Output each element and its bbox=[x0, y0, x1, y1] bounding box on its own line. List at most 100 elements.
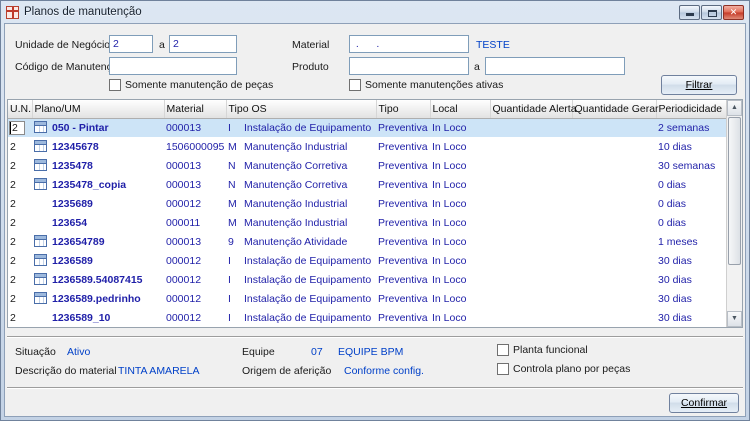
cell-tipo-os[interactable]: N Manutenção Corretiva bbox=[226, 175, 376, 194]
unidade-from-input[interactable] bbox=[109, 35, 153, 53]
cell-qtd-alerta[interactable] bbox=[490, 270, 572, 289]
cell-qtd-gerar[interactable] bbox=[572, 194, 656, 213]
cell-un[interactable]: 2 bbox=[8, 175, 32, 194]
cell-qtd-alerta[interactable] bbox=[490, 213, 572, 232]
produto-to-input[interactable] bbox=[485, 57, 625, 75]
minimize-button[interactable] bbox=[679, 4, 700, 20]
checkbox-box[interactable] bbox=[109, 79, 121, 91]
cell-un[interactable]: 2 bbox=[8, 289, 32, 308]
somente-pecas-checkbox[interactable]: Somente manutenção de peças bbox=[109, 79, 273, 91]
table-row[interactable]: 2 123654 000011 M Manutenção Industrial Preve… bbox=[8, 213, 726, 232]
cell-tipo[interactable]: Preventiva bbox=[376, 251, 430, 270]
filtrar-button[interactable]: Filtrar bbox=[661, 75, 737, 95]
cell-qtd-gerar[interactable] bbox=[572, 251, 656, 270]
col-header-tipo[interactable]: Tipo bbox=[376, 100, 431, 119]
cell-local[interactable]: In Loco bbox=[430, 156, 490, 175]
cell-qtd-gerar[interactable] bbox=[572, 270, 656, 289]
cell-periodicidade[interactable]: 30 semanas bbox=[656, 156, 726, 175]
col-header-plano[interactable]: Plano/UM bbox=[32, 100, 165, 119]
cell-plano[interactable]: 1236589 bbox=[32, 251, 164, 270]
cell-tipo-os[interactable]: I Instalação de Equipamento bbox=[226, 308, 376, 327]
editing-cell[interactable]: 2 bbox=[9, 120, 25, 135]
plan-grid-icon[interactable] bbox=[34, 254, 47, 266]
cell-un[interactable]: 2 bbox=[8, 137, 32, 156]
cell-plano[interactable]: 12345678 bbox=[32, 137, 164, 156]
cell-plano[interactable]: 123654 bbox=[32, 213, 164, 232]
table-row[interactable]: 2 1236589.54087415 000012 I Instalação de Eq… bbox=[8, 270, 726, 289]
checkbox-box[interactable] bbox=[349, 79, 361, 91]
cell-plano[interactable]: 123654789 bbox=[32, 232, 164, 251]
cell-material[interactable]: 000012 bbox=[164, 194, 226, 213]
close-button[interactable]: ✕ bbox=[723, 4, 744, 20]
vertical-scrollbar[interactable]: ▲ ▼ bbox=[726, 100, 742, 327]
cell-tipo-os[interactable]: I Instalação de Equipamento bbox=[226, 270, 376, 289]
cell-un[interactable]: 2 bbox=[8, 251, 32, 270]
cell-qtd-gerar[interactable] bbox=[572, 308, 656, 327]
cell-local[interactable]: In Loco bbox=[430, 308, 490, 327]
cell-qtd-alerta[interactable] bbox=[490, 156, 572, 175]
col-header-qtd-alerta[interactable]: Quantidade Alerta bbox=[490, 100, 577, 119]
col-header-periodicidade[interactable]: Periodicidade bbox=[656, 100, 726, 119]
controla-pecas-checkbox[interactable]: Controla plano por peças bbox=[497, 363, 630, 375]
codigo-manutencao-input[interactable] bbox=[109, 57, 237, 75]
checkbox-box[interactable] bbox=[497, 363, 509, 375]
checkbox-box[interactable] bbox=[497, 344, 509, 356]
plan-grid-icon[interactable] bbox=[34, 159, 47, 171]
scroll-up-icon[interactable]: ▲ bbox=[727, 100, 742, 116]
cell-tipo-os[interactable]: N Manutenção Corretiva bbox=[226, 156, 376, 175]
table-row[interactable]: 2 1235478 000013 N Manutenção Corretiva Preve… bbox=[8, 156, 726, 175]
cell-qtd-alerta[interactable] bbox=[490, 175, 572, 194]
material-input[interactable] bbox=[349, 35, 469, 53]
cell-tipo-os[interactable]: M Manutenção Industrial bbox=[226, 213, 376, 232]
cell-local[interactable]: In Loco bbox=[430, 289, 490, 308]
cell-qtd-alerta[interactable] bbox=[490, 308, 572, 327]
table-row[interactable]: 2 1236589_10 000012 I Instalação de Equipame… bbox=[8, 308, 726, 327]
maximize-button[interactable] bbox=[701, 4, 722, 20]
scroll-down-icon[interactable]: ▼ bbox=[727, 311, 742, 327]
confirmar-button[interactable]: Confirmar bbox=[669, 393, 739, 413]
cell-periodicidade[interactable]: 30 dias bbox=[656, 251, 726, 270]
plan-grid-icon[interactable] bbox=[34, 140, 47, 152]
cell-un[interactable]: 2 bbox=[8, 232, 32, 251]
col-header-local[interactable]: Local bbox=[430, 100, 491, 119]
cell-tipo-os[interactable]: M Manutenção Industrial bbox=[226, 194, 376, 213]
cell-qtd-gerar[interactable] bbox=[572, 118, 656, 137]
cell-tipo[interactable]: Preventiva bbox=[376, 213, 430, 232]
cell-local[interactable]: In Loco bbox=[430, 137, 490, 156]
col-header-qtd-gerar[interactable]: Quantidade Gerar bbox=[572, 100, 659, 119]
cell-local[interactable]: In Loco bbox=[430, 251, 490, 270]
cell-un[interactable]: 2 bbox=[8, 270, 32, 289]
cell-qtd-alerta[interactable] bbox=[490, 232, 572, 251]
cell-local[interactable]: In Loco bbox=[430, 270, 490, 289]
cell-material[interactable]: 000012 bbox=[164, 308, 226, 327]
cell-tipo-os[interactable]: I Instalação de Equipamento bbox=[226, 118, 376, 137]
cell-local[interactable]: In Loco bbox=[430, 118, 490, 137]
cell-periodicidade[interactable]: 0 dias bbox=[656, 213, 726, 232]
table-row[interactable]: 2 12345678 1506000095 M Manutenção Industria… bbox=[8, 137, 726, 156]
cell-periodicidade[interactable]: 30 dias bbox=[656, 270, 726, 289]
cell-qtd-alerta[interactable] bbox=[490, 137, 572, 156]
cell-tipo[interactable]: Preventiva bbox=[376, 156, 430, 175]
cell-un[interactable]: 2 bbox=[8, 118, 32, 137]
cell-qtd-alerta[interactable] bbox=[490, 251, 572, 270]
cell-tipo-os[interactable]: M Manutenção Industrial bbox=[226, 137, 376, 156]
cell-plano[interactable]: 1235478_copia bbox=[32, 175, 164, 194]
cell-plano[interactable]: 1236589_10 bbox=[32, 308, 164, 327]
cell-tipo-os[interactable]: I Instalação de Equipamento bbox=[226, 289, 376, 308]
planta-funcional-checkbox[interactable]: Planta funcional bbox=[497, 344, 588, 356]
table-row[interactable]: 2 1235689 000012 M Manutenção Industrial Prev… bbox=[8, 194, 726, 213]
cell-local[interactable]: In Loco bbox=[430, 175, 490, 194]
cell-tipo[interactable]: Preventiva bbox=[376, 175, 430, 194]
plan-grid-icon[interactable] bbox=[34, 235, 47, 247]
table-row[interactable]: 2 050 - Pintar 000013 I Instalação de Equipa… bbox=[8, 118, 726, 137]
cell-qtd-gerar[interactable] bbox=[572, 232, 656, 251]
col-header-material[interactable]: Material bbox=[164, 100, 227, 119]
table-row[interactable]: 2 1236589.pedrinho 000012 I Instalação de Eq… bbox=[8, 289, 726, 308]
table-row[interactable]: 2 1236589 000012 I Instalação de Equipamento… bbox=[8, 251, 726, 270]
cell-local[interactable]: In Loco bbox=[430, 213, 490, 232]
cell-tipo-os[interactable]: I Instalação de Equipamento bbox=[226, 251, 376, 270]
cell-qtd-alerta[interactable] bbox=[490, 118, 572, 137]
cell-qtd-gerar[interactable] bbox=[572, 137, 656, 156]
cell-material[interactable]: 000012 bbox=[164, 289, 226, 308]
cell-periodicidade[interactable]: 1 meses bbox=[656, 232, 726, 251]
